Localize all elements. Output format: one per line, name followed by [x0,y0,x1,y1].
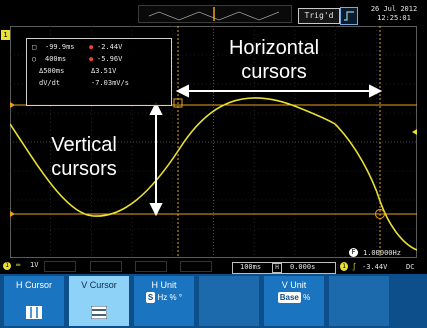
horizontal-position: 0.000s [290,263,316,271]
top-status-bar: Trig'd 26 Jul 2012 12:25:01 [0,0,427,26]
blank-softkey-6[interactable] [329,276,389,326]
delta-voltage: Δ3.51V [91,67,117,75]
horizontal-caption-line2: cursors [241,61,307,83]
channel-1-marker: 1 [1,30,10,40]
h-unit-opt-seconds: S [145,292,156,303]
date-time: 26 Jul 2012 12:25:01 [365,5,423,23]
h1-circle-icon: ● [89,43,94,51]
ch2-stub [90,261,122,272]
h2-time: 400ms [45,55,67,63]
h-unit-opt-percent: % [169,293,177,302]
ch1-vertical-scale: 1V [30,261,39,269]
h-cursor-label: H Cursor [15,280,52,290]
vertical-caption-line1: Vertical [51,134,117,156]
v-cursor-label: V Cursor [81,280,117,290]
vertical-cursors-caption: Vertical cursors [34,133,134,181]
trigger-slope-icon: ∫ [352,263,357,271]
horizontal-caption-line1: Horizontal [228,37,320,59]
timebase-value: 100ms [240,263,262,271]
dvdt-value: -7.03mV/s [91,79,129,87]
date-label: 26 Jul 2012 [370,5,418,13]
h2-voltage: -5.96V [97,55,123,63]
trigger-level: -3.44V [362,263,388,271]
rising-edge-icon [340,7,358,25]
h-unit-opt-degree: ° [178,293,183,302]
ch4-stub [180,261,212,272]
v-unit-softkey[interactable]: V Unit Base % [264,276,324,326]
v-cursor-icon [91,306,107,319]
ch1-bandwidth-stub [44,261,76,272]
h1-voltage: -2.44V [97,43,123,51]
trigger-status-badge: Trig'd [298,8,340,24]
h2-circle-icon-red: ● [89,55,94,63]
h1-square-icon: □ [32,43,37,51]
f-icon: F [349,248,358,257]
oscilloscope-screen: Trig'd 26 Jul 2012 12:25:01 1 □ -99.9ms … [0,0,427,328]
time-label: 12:25:01 [377,14,411,22]
v-cursor-softkey[interactable]: V Cursor [69,276,129,326]
v-unit-options: Base % [264,292,324,303]
h-position-icon: H [272,263,282,273]
h-cursor-icon [26,306,42,319]
v-unit-opt-base: Base [277,292,301,303]
delta-time: Δ500ms [39,67,65,75]
h1-time: -99.9ms [45,43,75,51]
h-unit-options: S Hz % ° [134,292,194,303]
h-cursor-softkey[interactable]: H Cursor [4,276,64,326]
h2-circle-icon: ○ [32,55,37,63]
frequency-readout: F 1.00000Hz [349,248,419,258]
vertical-caption-line2: cursors [51,158,117,180]
memory-overview-wave [148,7,280,21]
memory-overview-bar [138,5,292,23]
v-unit-label: V Unit [281,280,307,290]
h-unit-softkey[interactable]: H Unit S Hz % ° [134,276,194,326]
dc-coupling-icon: ═ [16,261,21,269]
v-unit-opt-percent: % [303,293,311,302]
blank-softkey-4[interactable] [199,276,259,326]
frequency-value: 1.00000Hz [363,249,401,257]
dvdt-label: dV/dt [39,79,61,87]
ch1-scale-marker: 1 [3,262,11,270]
ch3-stub [135,261,167,272]
trigger-source-marker: 1 [340,262,348,271]
h-unit-label: H Unit [151,280,177,290]
cursor-readout-panel: □ -99.9ms ● -2.44V ○ 400ms ● -5.96V Δ500… [26,38,172,106]
horizontal-cursors-caption: Horizontal cursors [218,36,330,84]
trigger-coupling: DC [406,263,415,271]
h-unit-opt-hz: Hz [157,293,168,302]
